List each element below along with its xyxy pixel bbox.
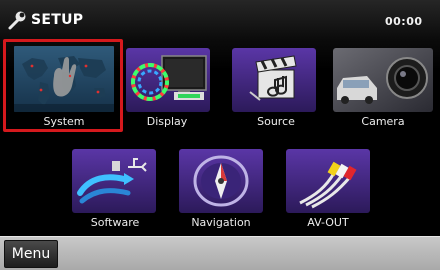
bottom-bar: Menu bbox=[0, 236, 440, 270]
tile-label-avout: AV-OUT bbox=[307, 216, 349, 229]
tile-label-software: Software bbox=[90, 216, 140, 229]
tile-label-system: System bbox=[43, 115, 85, 128]
tile-software[interactable]: Software bbox=[66, 143, 164, 243]
tile-label-source: Source bbox=[257, 115, 295, 128]
compass-icon bbox=[179, 149, 263, 213]
tile-system[interactable]: System bbox=[8, 40, 120, 132]
tile-camera[interactable]: Camera bbox=[333, 42, 433, 142]
rca-cable-icon bbox=[286, 149, 370, 213]
world-map-hand-icon bbox=[14, 46, 114, 112]
setup-screen: SETUP 00:00 System Display Source Camera… bbox=[0, 0, 440, 270]
tile-label-display: Display bbox=[146, 115, 188, 128]
tile-navigation[interactable]: Navigation bbox=[173, 143, 269, 243]
page-title: SETUP bbox=[31, 12, 84, 28]
menu-button-label: Menu bbox=[11, 246, 51, 262]
setup-wrench-icon bbox=[8, 11, 26, 30]
rear-view-camera-car-icon bbox=[333, 48, 433, 112]
clapperboard-music-icon bbox=[232, 48, 316, 112]
tile-display[interactable]: Display bbox=[122, 42, 212, 142]
menu-button[interactable]: Menu bbox=[4, 240, 58, 268]
monitor-color-wheel-icon bbox=[126, 48, 210, 112]
tile-label-navigation: Navigation bbox=[191, 216, 251, 229]
tile-source[interactable]: Source bbox=[228, 42, 324, 142]
header-bar: SETUP 00:00 bbox=[0, 0, 440, 40]
tile-avout[interactable]: AV-OUT bbox=[280, 143, 376, 243]
clock: 00:00 bbox=[385, 15, 423, 28]
usb-arrows-icon bbox=[72, 149, 156, 213]
tile-label-camera: Camera bbox=[361, 115, 405, 128]
